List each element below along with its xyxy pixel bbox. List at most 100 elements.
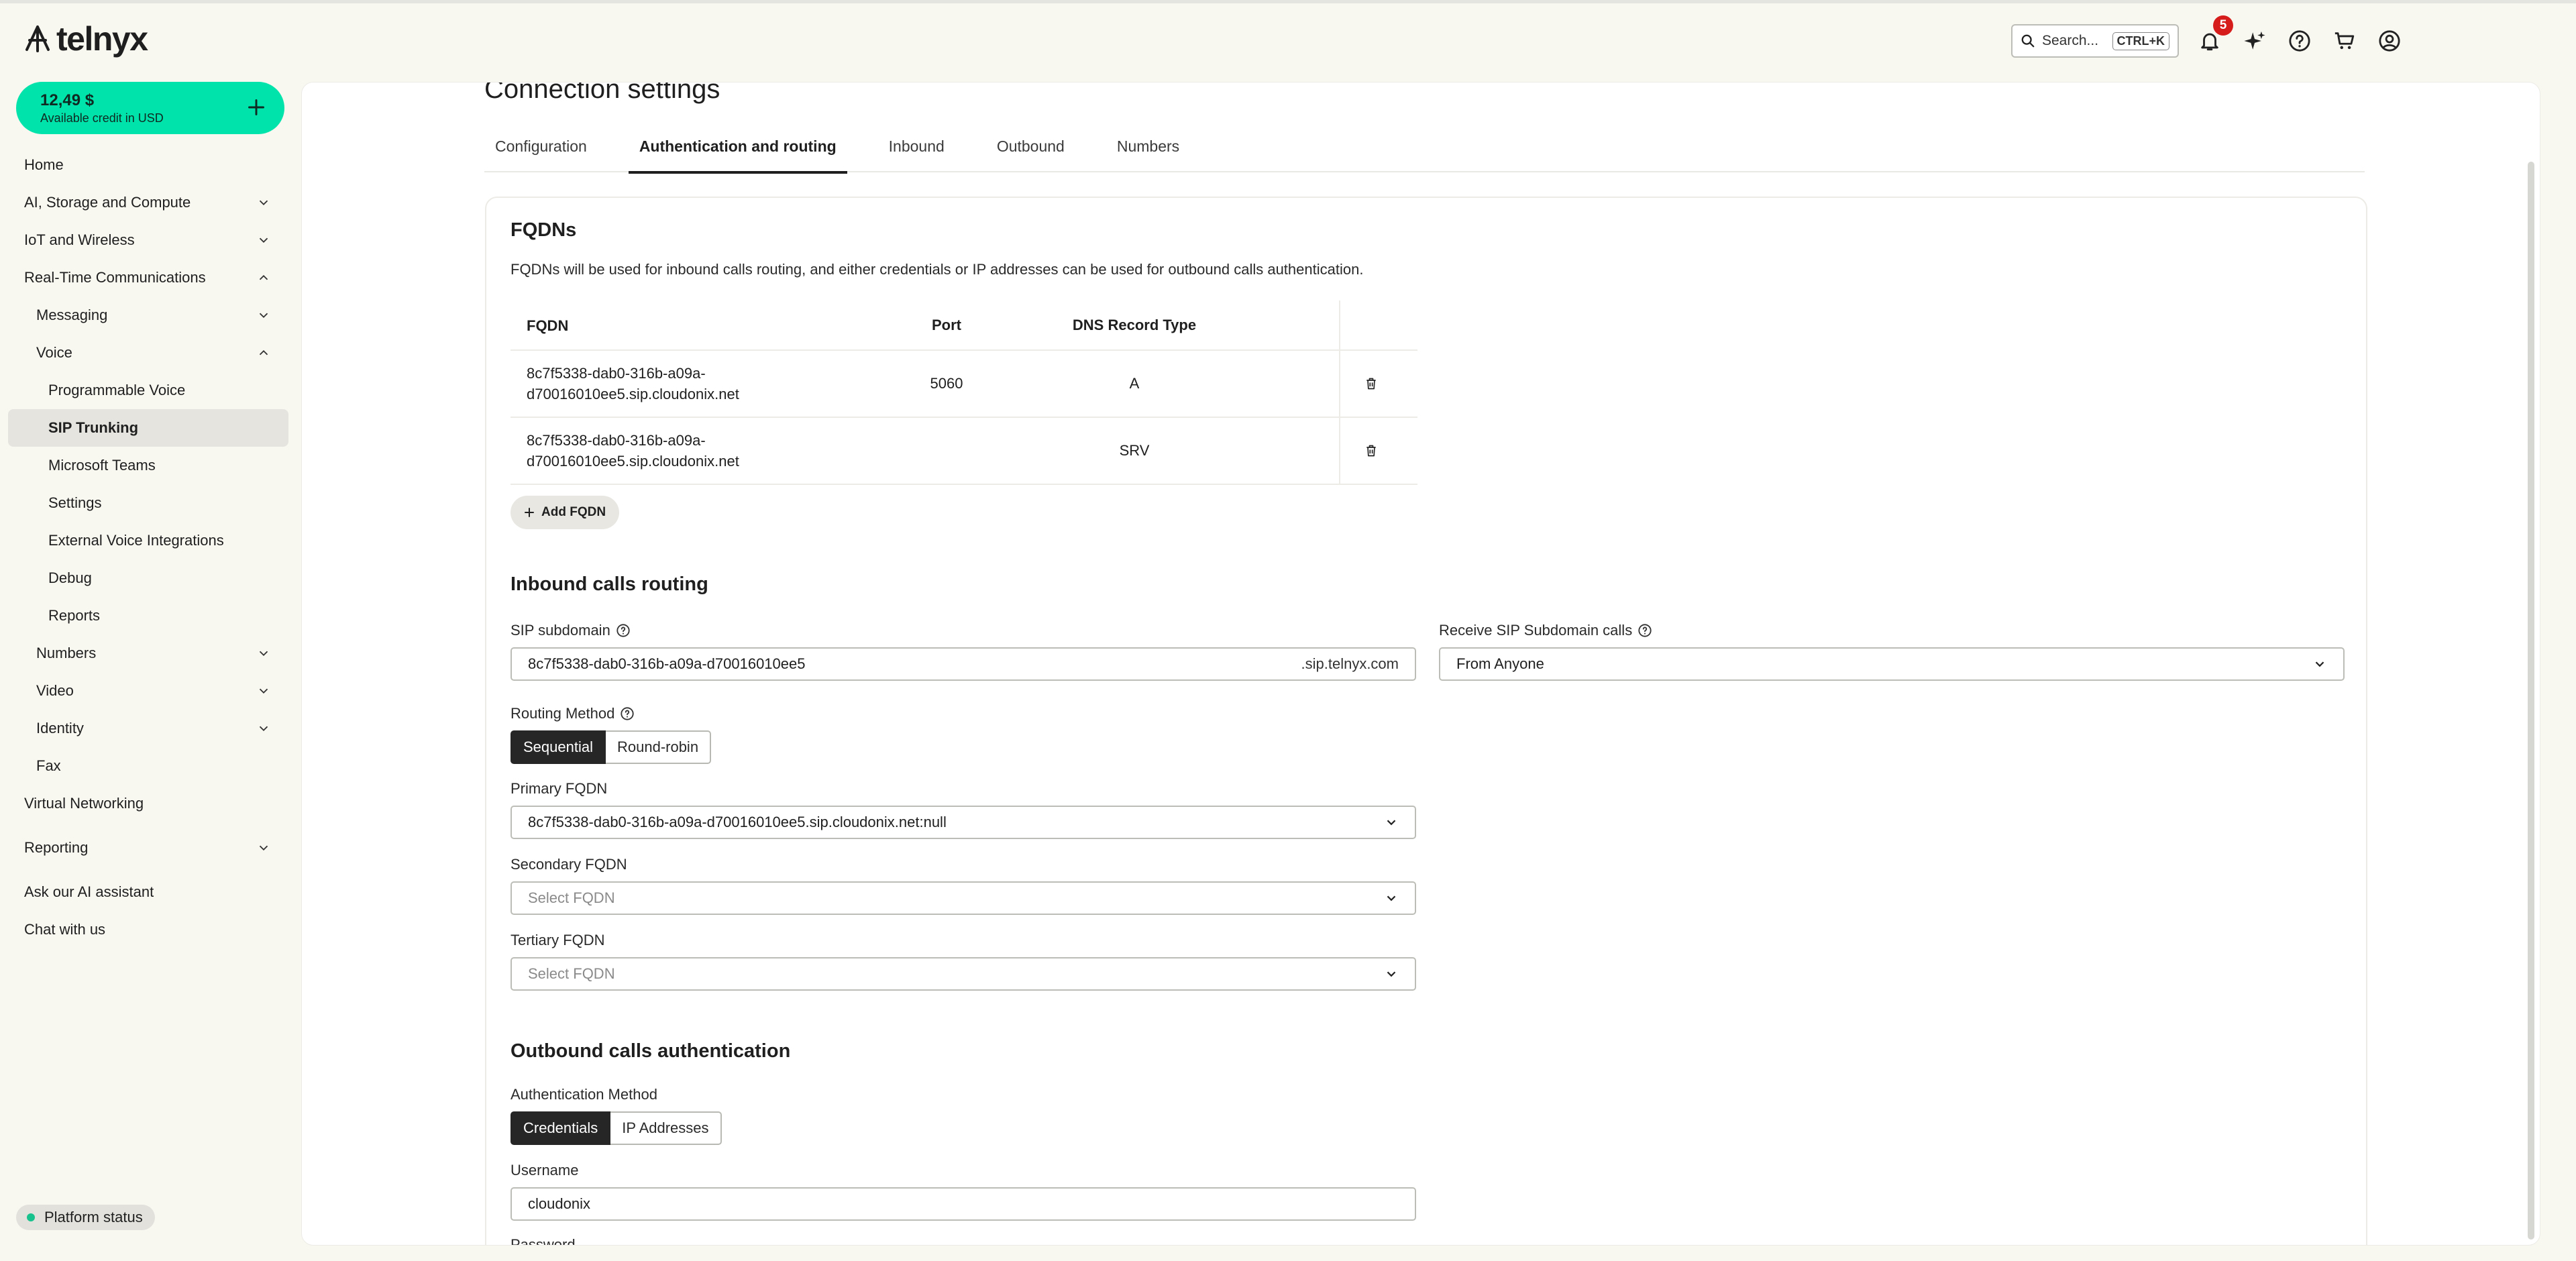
telnyx-logo[interactable]: telnyx [23,19,148,59]
routing-round-robin-button[interactable]: Round-robin [605,730,712,764]
sidebar-item-rtc[interactable]: Real-Time Communications [8,259,288,296]
primary-fqdn-select[interactable]: 8c7f5338-dab0-316b-a09a-d70016010ee5.sip… [511,806,1416,839]
auth-ip-addresses-button[interactable]: IP Addresses [610,1111,722,1145]
sidebar-item-voice[interactable]: Voice [8,334,288,372]
receive-calls-value: From Anyone [1456,655,1544,672]
receive-calls-label-text: Receive SIP Subdomain calls [1439,622,1633,639]
sidebar-item-reports[interactable]: Reports [8,597,288,635]
settings-tabs: Configuration Authentication and routing… [484,133,2365,174]
sidebar-item-home[interactable]: Home [8,146,288,184]
tertiary-fqdn-placeholder: Select FQDN [528,965,615,982]
help-icon[interactable] [1638,623,1652,638]
sidebar-item-label: Numbers [36,645,97,661]
add-fqdn-button[interactable]: Add FQDN [511,496,620,529]
tab-inbound[interactable]: Inbound [878,133,955,172]
search-shortcut: CTRL+K [2112,32,2169,50]
routing-sequential-button[interactable]: Sequential [511,730,606,764]
notifications-button[interactable]: 5 [2196,15,2233,55]
chevron-down-icon [259,726,268,732]
chevron-down-icon [259,237,268,243]
sidebar-item-identity[interactable]: Identity [8,710,288,747]
chevron-down-icon [259,688,268,694]
sip-subdomain-suffix: .sip.telnyx.com [1301,655,1399,672]
sidebar-item-chat[interactable]: Chat with us [8,911,288,948]
trash-icon [1366,378,1376,390]
add-credit-button[interactable] [243,94,270,121]
chevron-down-icon [1387,971,1396,977]
platform-status-button[interactable]: Platform status [16,1205,155,1230]
sidebar-item-label: Programmable Voice [48,382,186,398]
sidebar-item-virtual-networking[interactable]: Virtual Networking [8,785,288,822]
table-row: 8c7f5338-dab0-316b-a09a- d70016010ee5.si… [511,418,1417,485]
primary-fqdn-label: Primary FQDN [511,780,608,797]
sidebar-nav: Home AI, Storage and Compute IoT and Wir… [8,146,288,948]
sidebar-item-label: External Voice Integrations [48,532,224,549]
sip-subdomain-label: SIP subdomain [511,622,631,639]
sidebar-item-label: Settings [48,494,102,511]
auth-routing-card: FQDNs FQDNs will be used for inbound cal… [485,197,2367,1246]
chevron-up-icon [259,349,268,355]
notifications-badge: 5 [2213,15,2233,36]
secondary-fqdn-placeholder: Select FQDN [528,889,615,906]
account-button[interactable] [2375,27,2404,55]
search-button[interactable]: Search... CTRL+K [2011,24,2179,58]
sidebar-item-label: Chat with us [24,921,106,938]
sip-subdomain-input[interactable]: 8c7f5338-dab0-316b-a09a-d70016010ee5 .si… [511,647,1416,681]
password-label: Password [511,1236,576,1246]
tab-numbers[interactable]: Numbers [1106,133,1190,172]
sidebar-item-programmable-voice[interactable]: Programmable Voice [8,372,288,409]
add-fqdn-label: Add FQDN [541,505,606,519]
sidebar-item-settings[interactable]: Settings [8,484,288,522]
sidebar-item-messaging[interactable]: Messaging [8,296,288,334]
sidebar-item-iot[interactable]: IoT and Wireless [8,221,288,259]
delete-fqdn-button[interactable] [1339,418,1401,484]
sidebar-item-label: Identity [36,720,84,736]
auth-credentials-button[interactable]: Credentials [511,1111,611,1145]
sidebar-item-numbers[interactable]: Numbers [8,635,288,672]
sidebar-item-label: SIP Trunking [48,419,139,436]
sidebar-item-video[interactable]: Video [8,672,288,710]
sidebar-item-label: Reports [48,607,101,624]
main-panel: Connection settings Configuration Authen… [301,82,2540,1246]
sidebar-item-microsoft-teams[interactable]: Microsoft Teams [8,447,288,484]
sidebar-item-debug[interactable]: Debug [8,559,288,597]
dns-cell: SRV [1119,442,1150,459]
auth-method-label: Authentication Method [511,1086,657,1103]
column-header-dns: DNS Record Type [1072,317,1197,333]
tab-outbound[interactable]: Outbound [986,133,1075,172]
sidebar-item-label: IoT and Wireless [24,231,135,248]
sidebar-item-reporting[interactable]: Reporting [8,829,288,867]
sparkle-icon [2244,31,2265,50]
sidebar-item-label: Real-Time Communications [24,269,206,286]
sidebar-item-label: Fax [36,757,61,774]
receive-calls-select[interactable]: From Anyone [1439,647,2345,681]
status-dot [27,1213,35,1221]
fqdn-line: 8c7f5338-dab0-316b-a09a- [527,365,706,382]
username-input[interactable]: cloudonix [511,1187,1416,1221]
sidebar-item-label: Virtual Networking [24,795,144,812]
secondary-fqdn-select[interactable]: Select FQDN [511,881,1416,915]
sidebar-item-fax[interactable]: Fax [8,747,288,785]
tab-configuration[interactable]: Configuration [484,133,598,172]
ai-sparkle-button[interactable] [2241,27,2269,55]
help-button[interactable] [2286,27,2314,55]
sidebar-item-label: Home [24,156,64,173]
credit-balance[interactable]: 12,49 $ Available credit in USD [16,82,284,134]
username-value: cloudonix [528,1195,590,1212]
help-icon[interactable] [620,706,635,721]
tertiary-fqdn-select[interactable]: Select FQDN [511,957,1416,991]
chevron-down-icon [259,313,268,319]
main-scrollbar[interactable] [2528,162,2534,1240]
cart-button[interactable] [2330,27,2359,55]
delete-fqdn-button[interactable] [1339,351,1401,417]
help-icon[interactable] [616,623,631,638]
tab-authentication-routing[interactable]: Authentication and routing [628,133,847,174]
sidebar-item-sip-trunking[interactable]: SIP Trunking [8,409,288,447]
help-icon [2289,30,2310,52]
sidebar-item-ai-storage[interactable]: AI, Storage and Compute [8,184,288,221]
sip-subdomain-value: 8c7f5338-dab0-316b-a09a-d70016010ee5 [528,655,806,672]
sidebar-item-external-voice[interactable]: External Voice Integrations [8,522,288,559]
sidebar-item-ask-ai[interactable]: Ask our AI assistant [8,873,288,911]
sip-subdomain-label-text: SIP subdomain [511,622,610,639]
